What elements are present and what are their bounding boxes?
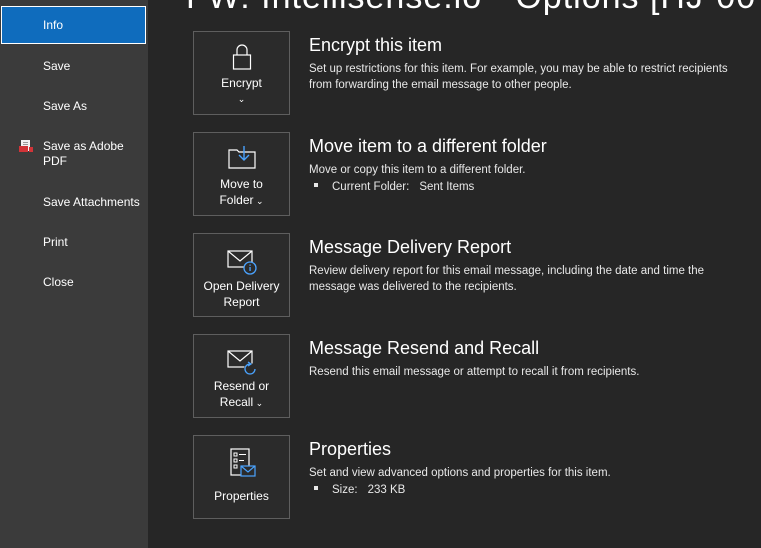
encrypt-heading: Encrypt this item <box>309 35 443 55</box>
move-folder-icon <box>227 146 256 169</box>
move-heading: Move item to a different folder <box>309 136 547 156</box>
chevron-down-icon: ⌄ <box>253 398 264 408</box>
sidebar-item-save-attachments[interactable]: Save Attachments <box>0 195 148 210</box>
delivery-report-description: Review delivery report for this email me… <box>309 265 705 293</box>
size-info: Size: 233 KB <box>314 484 405 496</box>
sidebar-item-close[interactable]: Close <box>0 275 148 290</box>
report-label: Report <box>223 295 260 309</box>
bullet-icon <box>314 485 318 490</box>
size-value: 233 KB <box>367 484 406 496</box>
sidebar-item-save-as-adobe-pdf[interactable]: Save as Adobe PDF <box>0 139 140 169</box>
current-folder-value: Sent Items <box>419 181 475 193</box>
delivery-report-heading: Message Delivery Report <box>309 237 512 257</box>
encrypt-button[interactable]: Encrypt ⌄ <box>193 31 290 115</box>
properties-button[interactable]: Properties <box>193 435 290 519</box>
resend-or-label: Resend or <box>213 379 270 393</box>
move-to-folder-button[interactable]: Move to Folder ⌄ <box>193 132 290 216</box>
sidebar-item-save-as[interactable]: Save As <box>0 99 148 114</box>
open-delivery-label: Open Delivery <box>203 279 280 293</box>
chevron-down-icon: ⌄ <box>237 94 246 104</box>
move-to-label: Move to <box>220 177 263 191</box>
open-delivery-report-button[interactable]: Open Delivery Report <box>193 233 290 317</box>
recall-label: Recall <box>219 395 254 409</box>
resend-or-recall-button[interactable]: Resend or Recall ⌄ <box>193 334 290 418</box>
properties-icon <box>229 448 256 477</box>
backstage-sidebar: Info Save Save As Save as Adobe PDF Save… <box>0 0 148 548</box>
properties-description: Set and view advanced options and proper… <box>309 467 611 479</box>
chevron-down-icon: ⌄ <box>253 196 264 206</box>
lock-icon <box>232 44 251 70</box>
current-folder-label: Current Folder: <box>332 181 410 193</box>
sidebar-item-label: Save <box>43 59 71 73</box>
sidebar-item-save[interactable]: Save <box>0 59 148 74</box>
sidebar-item-label: Info <box>43 17 64 32</box>
sidebar-item-label: Save Attachments <box>43 195 140 209</box>
properties-label: Properties <box>214 489 269 503</box>
page-title: FW: Intellisense.io - Options [HJ-00 <box>186 0 756 17</box>
sidebar-item-label: Save As <box>43 99 88 113</box>
backstage-view: Info Save Save As Save as Adobe PDF Save… <box>0 0 761 548</box>
envelope-info-icon <box>226 250 257 275</box>
move-description: Move or copy this item to a different fo… <box>309 164 526 176</box>
size-label: Size: <box>332 484 358 496</box>
resend-recall-heading: Message Resend and Recall <box>309 338 540 358</box>
adobe-pdf-icon <box>19 140 33 152</box>
properties-heading: Properties <box>309 439 392 459</box>
sidebar-item-label: Close <box>43 275 74 289</box>
sidebar-item-print[interactable]: Print <box>0 235 148 250</box>
sidebar-item-info[interactable]: Info <box>1 6 146 44</box>
folder-label: Folder <box>219 193 254 207</box>
bullet-icon <box>314 182 318 187</box>
envelope-resend-icon <box>226 350 256 375</box>
current-folder-info: Current Folder: Sent Items <box>314 181 474 193</box>
resend-recall-description: Resend this email message or attempt to … <box>309 366 640 378</box>
sidebar-item-label: Save as Adobe PDF <box>43 139 124 168</box>
encrypt-description: Set up restrictions for this item. For e… <box>309 63 728 91</box>
encrypt-label: Encrypt <box>221 76 262 90</box>
sidebar-item-label: Print <box>43 235 68 249</box>
